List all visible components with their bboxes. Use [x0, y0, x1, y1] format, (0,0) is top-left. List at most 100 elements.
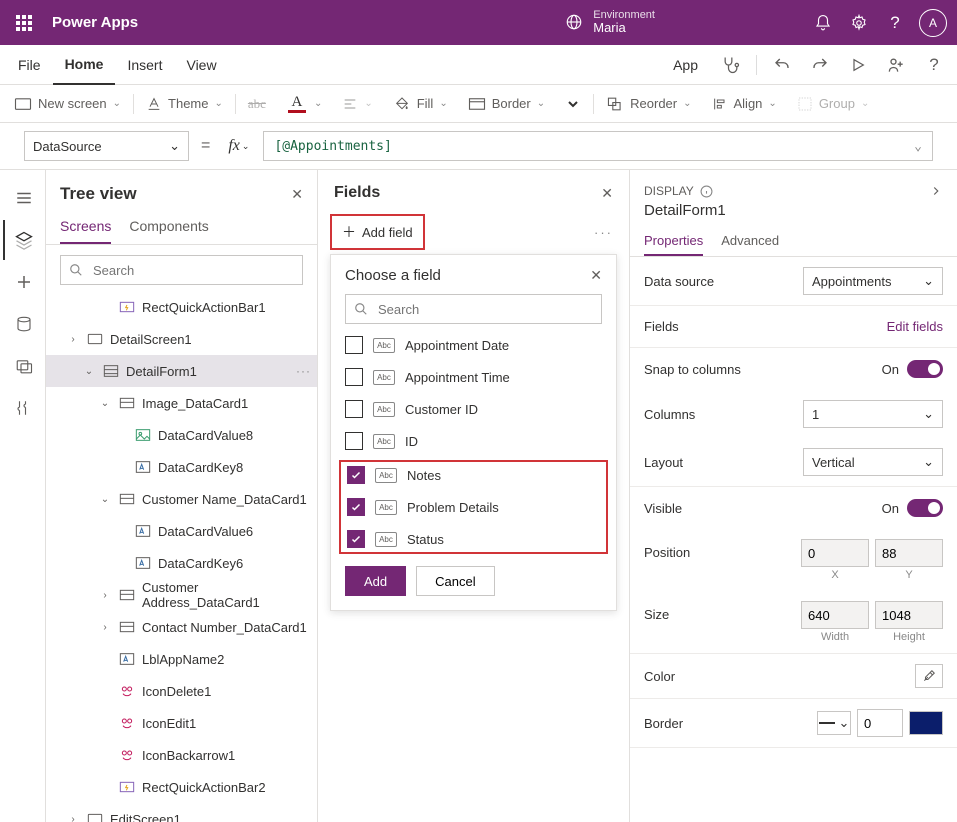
tree-row[interactable]: ›Customer Address_DataCard1: [46, 579, 317, 611]
waffle-menu-button[interactable]: [4, 0, 44, 45]
align-text-button[interactable]: ⌄: [334, 89, 380, 119]
help-button-menubar[interactable]: ?: [917, 48, 951, 82]
tree-row[interactable]: IconBackarrow1: [46, 739, 317, 771]
redo-button[interactable]: [803, 48, 837, 82]
rail-media-button[interactable]: [3, 346, 43, 386]
size-height-input[interactable]: [875, 601, 943, 629]
border-style-button[interactable]: ⌄: [817, 711, 851, 735]
field-option-checkbox[interactable]: [345, 432, 363, 450]
field-option-row[interactable]: AbcStatus: [347, 530, 600, 548]
field-option-row[interactable]: AbcID: [345, 432, 602, 450]
add-button[interactable]: Add: [345, 566, 406, 596]
menu-file[interactable]: File: [6, 45, 53, 85]
field-option-checkbox[interactable]: [345, 400, 363, 418]
settings-button[interactable]: [841, 5, 877, 41]
color-picker-button[interactable]: [915, 664, 943, 688]
tab-components[interactable]: Components: [129, 210, 208, 244]
layout-select[interactable]: Vertical⌄: [803, 448, 943, 476]
tree-row[interactable]: ›EditScreen1: [46, 803, 317, 822]
rail-data-button[interactable]: [3, 304, 43, 344]
app-settings-link[interactable]: App: [661, 45, 710, 85]
expand-toggle[interactable]: ⌄: [82, 366, 96, 377]
cancel-button[interactable]: Cancel: [416, 566, 494, 596]
visible-toggle[interactable]: [907, 499, 943, 517]
columns-select[interactable]: 1⌄: [803, 400, 943, 428]
expand-toggle[interactable]: ⌄: [98, 494, 112, 505]
formula-expand-button[interactable]: ⌄: [914, 139, 922, 154]
tree-row[interactable]: RectQuickActionBar2: [46, 771, 317, 803]
strike-button[interactable]: abc: [240, 89, 274, 119]
align-button[interactable]: Align⌄: [704, 89, 785, 119]
close-fields-button[interactable]: ✕: [601, 185, 613, 202]
tree-row[interactable]: ⌄DetailForm1···: [46, 355, 317, 387]
tree-row[interactable]: ›Contact Number_DataCard1: [46, 611, 317, 643]
tree-row[interactable]: ⌄Image_DataCard1: [46, 387, 317, 419]
chevron-right-icon[interactable]: [929, 184, 943, 198]
position-x-input[interactable]: [801, 539, 869, 567]
choose-field-search[interactable]: [345, 294, 602, 324]
expand-toggle[interactable]: ›: [98, 590, 112, 601]
field-option-row[interactable]: AbcAppointment Date: [345, 336, 602, 354]
field-option-row[interactable]: AbcProblem Details: [347, 498, 600, 516]
tree-row[interactable]: IconDelete1: [46, 675, 317, 707]
undo-button[interactable]: [765, 48, 799, 82]
menu-insert[interactable]: Insert: [115, 45, 174, 85]
property-dropdown[interactable]: DataSource ⌄: [24, 131, 189, 161]
tab-properties[interactable]: Properties: [644, 227, 703, 256]
size-width-input[interactable]: [801, 601, 869, 629]
tree-row[interactable]: DataCardValue6: [46, 515, 317, 547]
tree-row-more-button[interactable]: ···: [296, 364, 311, 378]
menu-view[interactable]: View: [174, 45, 228, 85]
expand-toggle[interactable]: ›: [66, 814, 80, 822]
field-option-checkbox[interactable]: [347, 530, 365, 548]
border-width-input[interactable]: [857, 709, 903, 737]
close-tree-button[interactable]: ✕: [291, 186, 303, 203]
field-option-row[interactable]: AbcAppointment Time: [345, 368, 602, 386]
notifications-button[interactable]: [805, 5, 841, 41]
edit-fields-link[interactable]: Edit fields: [887, 319, 943, 334]
close-choose-field-button[interactable]: ✕: [590, 267, 602, 284]
share-button[interactable]: [879, 48, 913, 82]
fields-more-button[interactable]: ···: [594, 225, 613, 240]
tab-advanced[interactable]: Advanced: [721, 227, 779, 256]
tab-screens[interactable]: Screens: [60, 210, 111, 244]
datasource-select[interactable]: Appointments⌄: [803, 267, 943, 295]
field-option-checkbox[interactable]: [347, 466, 365, 484]
position-y-input[interactable]: [875, 539, 943, 567]
group-button[interactable]: Group⌄: [789, 89, 878, 119]
field-option-checkbox[interactable]: [347, 498, 365, 516]
tree-row[interactable]: DataCardValue8: [46, 419, 317, 451]
play-button[interactable]: [841, 48, 875, 82]
field-option-row[interactable]: AbcCustomer ID: [345, 400, 602, 418]
snap-toggle[interactable]: [907, 360, 943, 378]
rail-hamburger-button[interactable]: [3, 178, 43, 218]
field-option-checkbox[interactable]: [345, 368, 363, 386]
fx-button[interactable]: fx⌄: [222, 137, 255, 155]
help-button[interactable]: ?: [877, 5, 913, 41]
rail-insert-button[interactable]: [3, 262, 43, 302]
expand-toggle[interactable]: ›: [66, 334, 80, 345]
field-option-checkbox[interactable]: [345, 336, 363, 354]
tree-row[interactable]: IconEdit1: [46, 707, 317, 739]
theme-button[interactable]: Theme⌄: [138, 89, 231, 119]
tree-row[interactable]: DataCardKey6: [46, 547, 317, 579]
tree-row[interactable]: RectQuickActionBar1: [46, 291, 317, 323]
rail-tools-button[interactable]: [3, 388, 43, 428]
tree-search-input[interactable]: [60, 255, 303, 285]
new-screen-button[interactable]: New screen⌄: [6, 89, 129, 119]
user-avatar[interactable]: A: [919, 9, 947, 37]
fill-button[interactable]: Fill⌄: [385, 89, 456, 119]
formula-input[interactable]: [@Appointments] ⌄: [263, 131, 933, 161]
app-checker-button[interactable]: [714, 48, 748, 82]
expand-toggle[interactable]: ›: [98, 622, 112, 633]
font-color-button[interactable]: A ⌄: [278, 89, 330, 119]
ribbon-overflow-button[interactable]: [557, 89, 589, 119]
rail-tree-view-button[interactable]: [3, 220, 43, 260]
tree-row[interactable]: ›DetailScreen1: [46, 323, 317, 355]
reorder-button[interactable]: Reorder⌄: [598, 89, 699, 119]
tree-row[interactable]: LblAppName2: [46, 643, 317, 675]
border-button[interactable]: Border⌄: [460, 89, 553, 119]
tree-row[interactable]: ⌄Customer Name_DataCard1: [46, 483, 317, 515]
expand-toggle[interactable]: ⌄: [98, 398, 112, 409]
add-field-button[interactable]: ＋ Add field: [336, 218, 419, 246]
